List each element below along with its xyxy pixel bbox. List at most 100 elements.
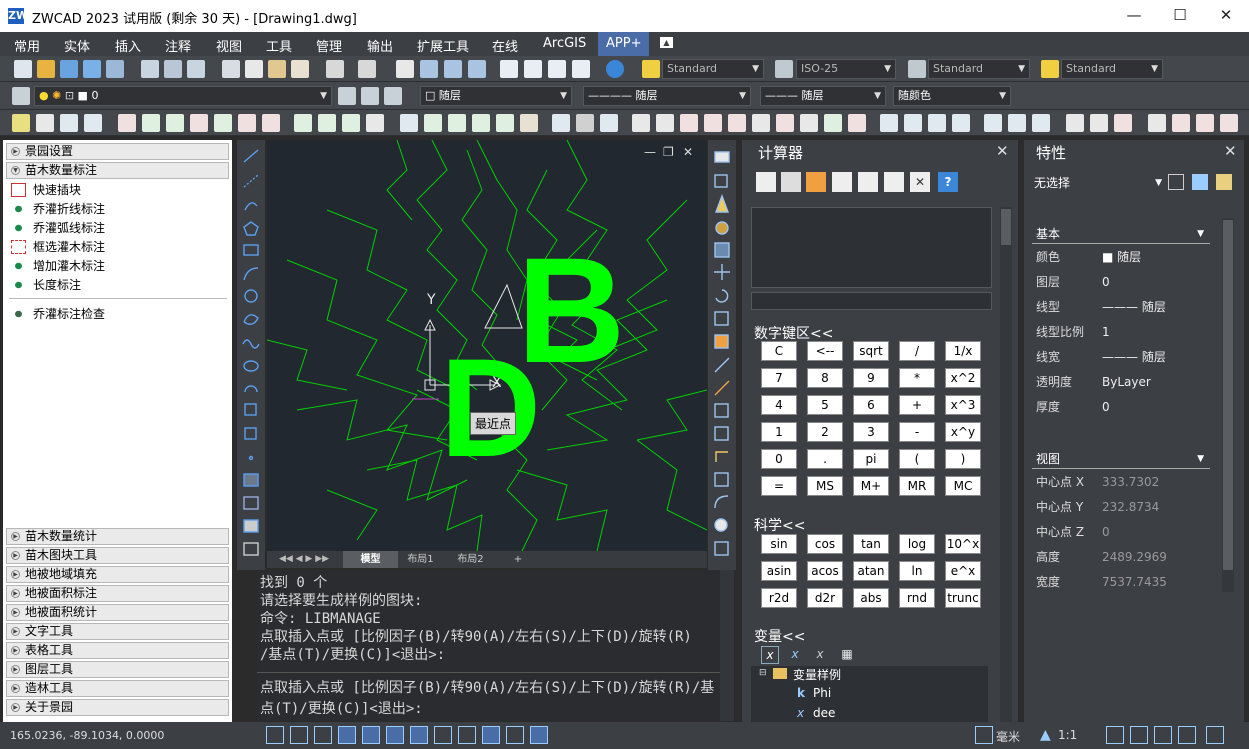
selection-select[interactable]: 无选择 ▼ [1034,172,1162,194]
table-style-select[interactable]: Standard ▼ [928,59,1030,79]
polar-mode-icon[interactable] [338,726,356,744]
paste-to-command-icon[interactable] [806,172,826,192]
property-value[interactable]: 333.7302 [1102,470,1159,494]
linetype-select[interactable]: ———— 随层 ▼ [583,86,751,106]
property-row[interactable]: 颜色 ■ 随层 [1036,245,1226,269]
tool-add-shrub-label[interactable]: 增加灌木标注 [11,257,105,275]
isolate-objects-icon[interactable] [1178,726,1196,744]
properties-scrollbar[interactable] [1222,218,1234,592]
edit-polyline-icon[interactable] [714,541,729,556]
zoom-window-icon[interactable] [444,60,462,78]
multi-save-icon[interactable] [106,60,124,78]
menu-tools[interactable]: 工具 [266,36,292,55]
group-layer-tools[interactable]: ▶ 图层工具 [6,661,229,678]
property-value[interactable]: 1 [1102,320,1110,344]
center-snap-icon[interactable] [238,114,256,132]
mtext-tool-icon[interactable] [243,542,259,556]
distance-icon[interactable] [858,172,878,192]
numpad-button[interactable]: + [899,395,935,415]
redo-icon[interactable] [358,60,376,78]
make-current-layer-icon[interactable] [338,87,356,105]
group-forest-tools[interactable]: ▶ 造林工具 [6,680,229,697]
property-row[interactable]: 图层 0 [1036,270,1226,294]
menu-app-plus[interactable]: APP+ [598,32,650,56]
numpad-button[interactable]: . [807,449,843,469]
dim-center-icon[interactable] [1114,114,1132,132]
menu-insert[interactable]: 插入 [115,36,141,55]
endpoint-snap-icon[interactable] [118,114,136,132]
tab-nav-arrows[interactable]: ◀◀ ◀ ▶ ▶▶ [271,551,337,568]
explode-icon[interactable] [714,518,728,532]
property-value[interactable]: ByLayer [1102,370,1151,394]
viewport-icon[interactable] [1172,114,1190,132]
point-icon[interactable] [248,455,254,461]
grid-mode-icon[interactable] [290,726,308,744]
variables-section-title[interactable]: 变量<< [754,626,805,646]
hardware-acceleration-icon[interactable] [1154,726,1172,744]
calc-help-icon[interactable]: ? [938,172,958,192]
nearest-snap-icon[interactable] [424,114,442,132]
array-icon[interactable] [714,242,730,258]
break-icon[interactable] [714,426,729,441]
publish-icon[interactable] [187,60,205,78]
quick-properties-icon[interactable] [530,726,548,744]
numpad-button[interactable]: 7 [761,368,797,388]
group-ground-fill[interactable]: ▶ 地被地域填充 [6,566,229,583]
plot-preview-icon[interactable] [164,60,182,78]
property-value[interactable]: 2489.2969 [1102,545,1167,569]
xline-icon[interactable] [243,174,259,188]
annotation-scale-select[interactable]: 1:1 [1058,728,1077,742]
join-icon[interactable] [715,451,728,462]
menu-online[interactable]: 在线 [492,36,518,55]
layout-icon[interactable] [1148,114,1166,132]
menu-extended-tools[interactable]: 扩展工具 [417,36,469,55]
numpad-button[interactable]: * [899,368,935,388]
line-icon[interactable] [243,149,259,163]
property-row[interactable]: 宽度 7537.7435 [1036,570,1226,594]
numpad-button[interactable]: - [899,422,935,442]
tab-layout1[interactable]: 布局1 [398,551,443,568]
menu-solid[interactable]: 实体 [64,36,90,55]
scientific-button[interactable]: cos [807,534,843,554]
layer-state-icon[interactable] [384,87,402,105]
cut-icon[interactable] [222,60,240,78]
make-block-icon[interactable] [244,427,257,440]
none-snap-icon[interactable] [448,114,466,132]
copy-object-icon[interactable] [714,174,728,188]
quadrant-snap-icon[interactable] [262,114,280,132]
snap-icon[interactable] [60,114,78,132]
fillet-icon[interactable] [714,495,729,509]
stretch-icon[interactable] [714,334,729,349]
scientific-button[interactable]: ln [899,561,935,581]
group-text-tools[interactable]: ▶ 文字工具 [6,623,229,640]
layer-previous-icon[interactable] [361,87,379,105]
open-icon[interactable] [37,60,55,78]
undo-icon[interactable] [326,60,344,78]
numpad-button[interactable]: ) [945,449,981,469]
lock-ui-icon[interactable] [1130,726,1148,744]
mview-icon[interactable] [1196,114,1214,132]
numpad-button[interactable]: MS [807,476,843,496]
attribute-icon[interactable] [752,114,770,132]
numpad-button[interactable]: 0 [761,449,797,469]
snap-mode-icon[interactable] [266,726,284,744]
scientific-button[interactable]: tan [853,534,889,554]
tool-annotation-check[interactable]: 乔灌标注检查 [11,305,105,323]
revcloud-icon[interactable] [243,314,259,325]
numpad-button[interactable]: 1 [761,422,797,442]
angle-icon[interactable] [884,172,904,192]
help-icon[interactable] [606,60,624,78]
layer-manager-icon[interactable] [12,87,30,105]
recover-icon[interactable] [848,114,866,132]
numpad-button[interactable]: 8 [807,368,843,388]
menu-view[interactable]: 视图 [216,36,242,55]
scale-icon[interactable] [714,311,729,326]
tab-add-layout[interactable]: + [498,551,538,568]
command-scrollbar[interactable] [720,570,734,721]
property-row[interactable]: 中心点 Z 0 [1036,520,1226,544]
maximize-button[interactable]: ☐ [1157,0,1203,32]
zoom-realtime-icon[interactable] [420,60,438,78]
purge-icon[interactable] [800,114,818,132]
scientific-button[interactable]: atan [853,561,889,581]
group-plant-statistics[interactable]: ▶ 苗木数量统计 [6,528,229,545]
